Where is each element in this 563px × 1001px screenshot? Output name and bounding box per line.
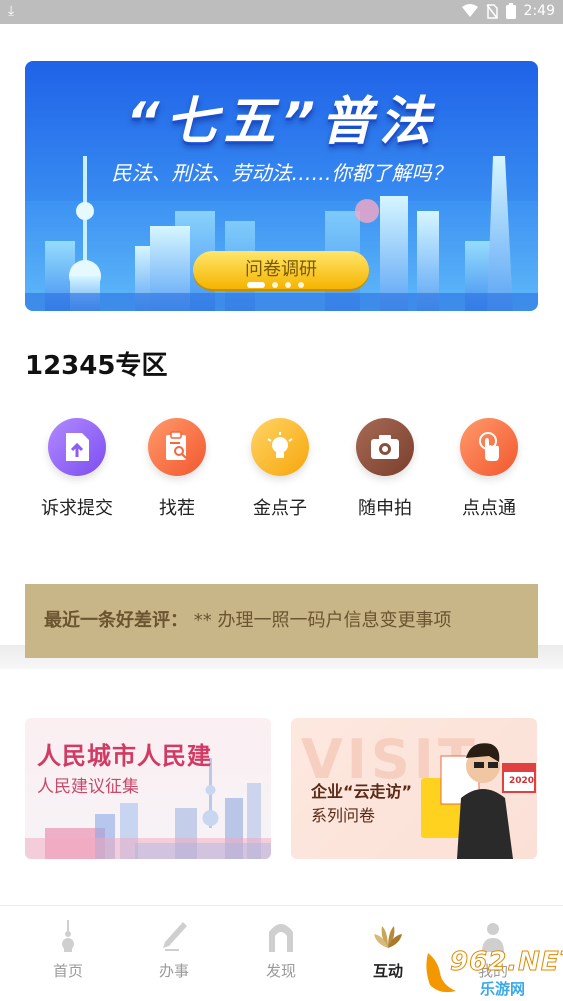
carousel-dot[interactable] (298, 282, 304, 288)
banner-title: “七五”普法 (126, 92, 437, 152)
tab-home[interactable]: 首页 (23, 920, 113, 981)
tower-icon (62, 920, 74, 952)
tab-label: 互动 (372, 962, 403, 980)
promo-banner[interactable]: “七五”普法 民法、刑法、劳动法……你都了解吗？ 问卷调研 (25, 61, 538, 311)
service-find-issue[interactable]: 找茬 (125, 418, 229, 520)
notice-text: ** 办理一照一码户信息变更事项 (193, 610, 452, 631)
service-label: 随申拍 (358, 498, 412, 519)
tab-label: 发现 (265, 962, 296, 980)
download-icon: ⤓ (8, 3, 15, 19)
status-bar: ⤓ 2:49 (0, 0, 563, 24)
service-submit-request[interactable]: 诉求提交 (25, 418, 129, 520)
clock: 2:49 (523, 3, 555, 19)
carousel-dots[interactable] (247, 282, 304, 288)
service-label: 金点子 (253, 498, 307, 519)
service-label: 找茬 (159, 498, 195, 519)
service-good-idea[interactable]: 金点子 (228, 418, 332, 520)
upload-document-icon (48, 418, 106, 476)
no-sim-icon (485, 3, 498, 19)
wifi-icon (461, 4, 478, 17)
section-title: 12345专区 (25, 351, 168, 381)
cloud-visit-card[interactable]: VISIT 2020 企业“云走访” 系列问卷 (291, 718, 537, 859)
card-title: 企业“云走访” (311, 782, 413, 801)
watermark-subtext: 乐游网 (480, 980, 526, 998)
watermark-text: 962.NET (449, 947, 563, 978)
review-notice[interactable]: 最近一条好差评： ** 办理一照一码户信息变更事项 (25, 584, 538, 658)
service-snap-report[interactable]: 随申拍 (333, 418, 437, 520)
card-subtitle: 人民建议征集 (37, 777, 139, 797)
tab-interact[interactable]: 互动 (343, 920, 433, 981)
banner-subtitle: 民法、刑法、劳动法……你都了解吗？ (111, 161, 452, 185)
tab-label: 办事 (158, 962, 189, 980)
tap-hand-icon (460, 418, 518, 476)
service-tap-connect[interactable]: 点点通 (437, 418, 541, 520)
battery-icon (505, 3, 516, 19)
carousel-dot[interactable] (285, 282, 291, 288)
clipboard-search-icon (148, 418, 206, 476)
tab-services[interactable]: 办事 (129, 920, 219, 981)
site-watermark: 962.NET 乐游网 (422, 945, 563, 1000)
carousel-dot[interactable] (247, 282, 265, 288)
notice-lead: 最近一条好差评： (44, 610, 188, 631)
camera-icon (356, 418, 414, 476)
lightbulb-icon (251, 418, 309, 476)
service-label: 诉求提交 (41, 498, 113, 519)
card-title: 人民城市人民建 (37, 742, 212, 770)
people-city-card[interactable]: 人民城市人民建 人民建议征集 (25, 718, 271, 859)
arch-icon (269, 924, 293, 952)
service-label: 点点通 (462, 498, 516, 519)
magnolia-icon (374, 926, 402, 948)
calendar-badge: 2020 (509, 776, 535, 786)
pen-icon (163, 922, 187, 951)
tab-discover[interactable]: 发现 (236, 920, 326, 981)
carousel-dot[interactable] (272, 282, 278, 288)
card-subtitle: 系列问卷 (311, 806, 376, 825)
tab-label: 首页 (52, 962, 83, 980)
